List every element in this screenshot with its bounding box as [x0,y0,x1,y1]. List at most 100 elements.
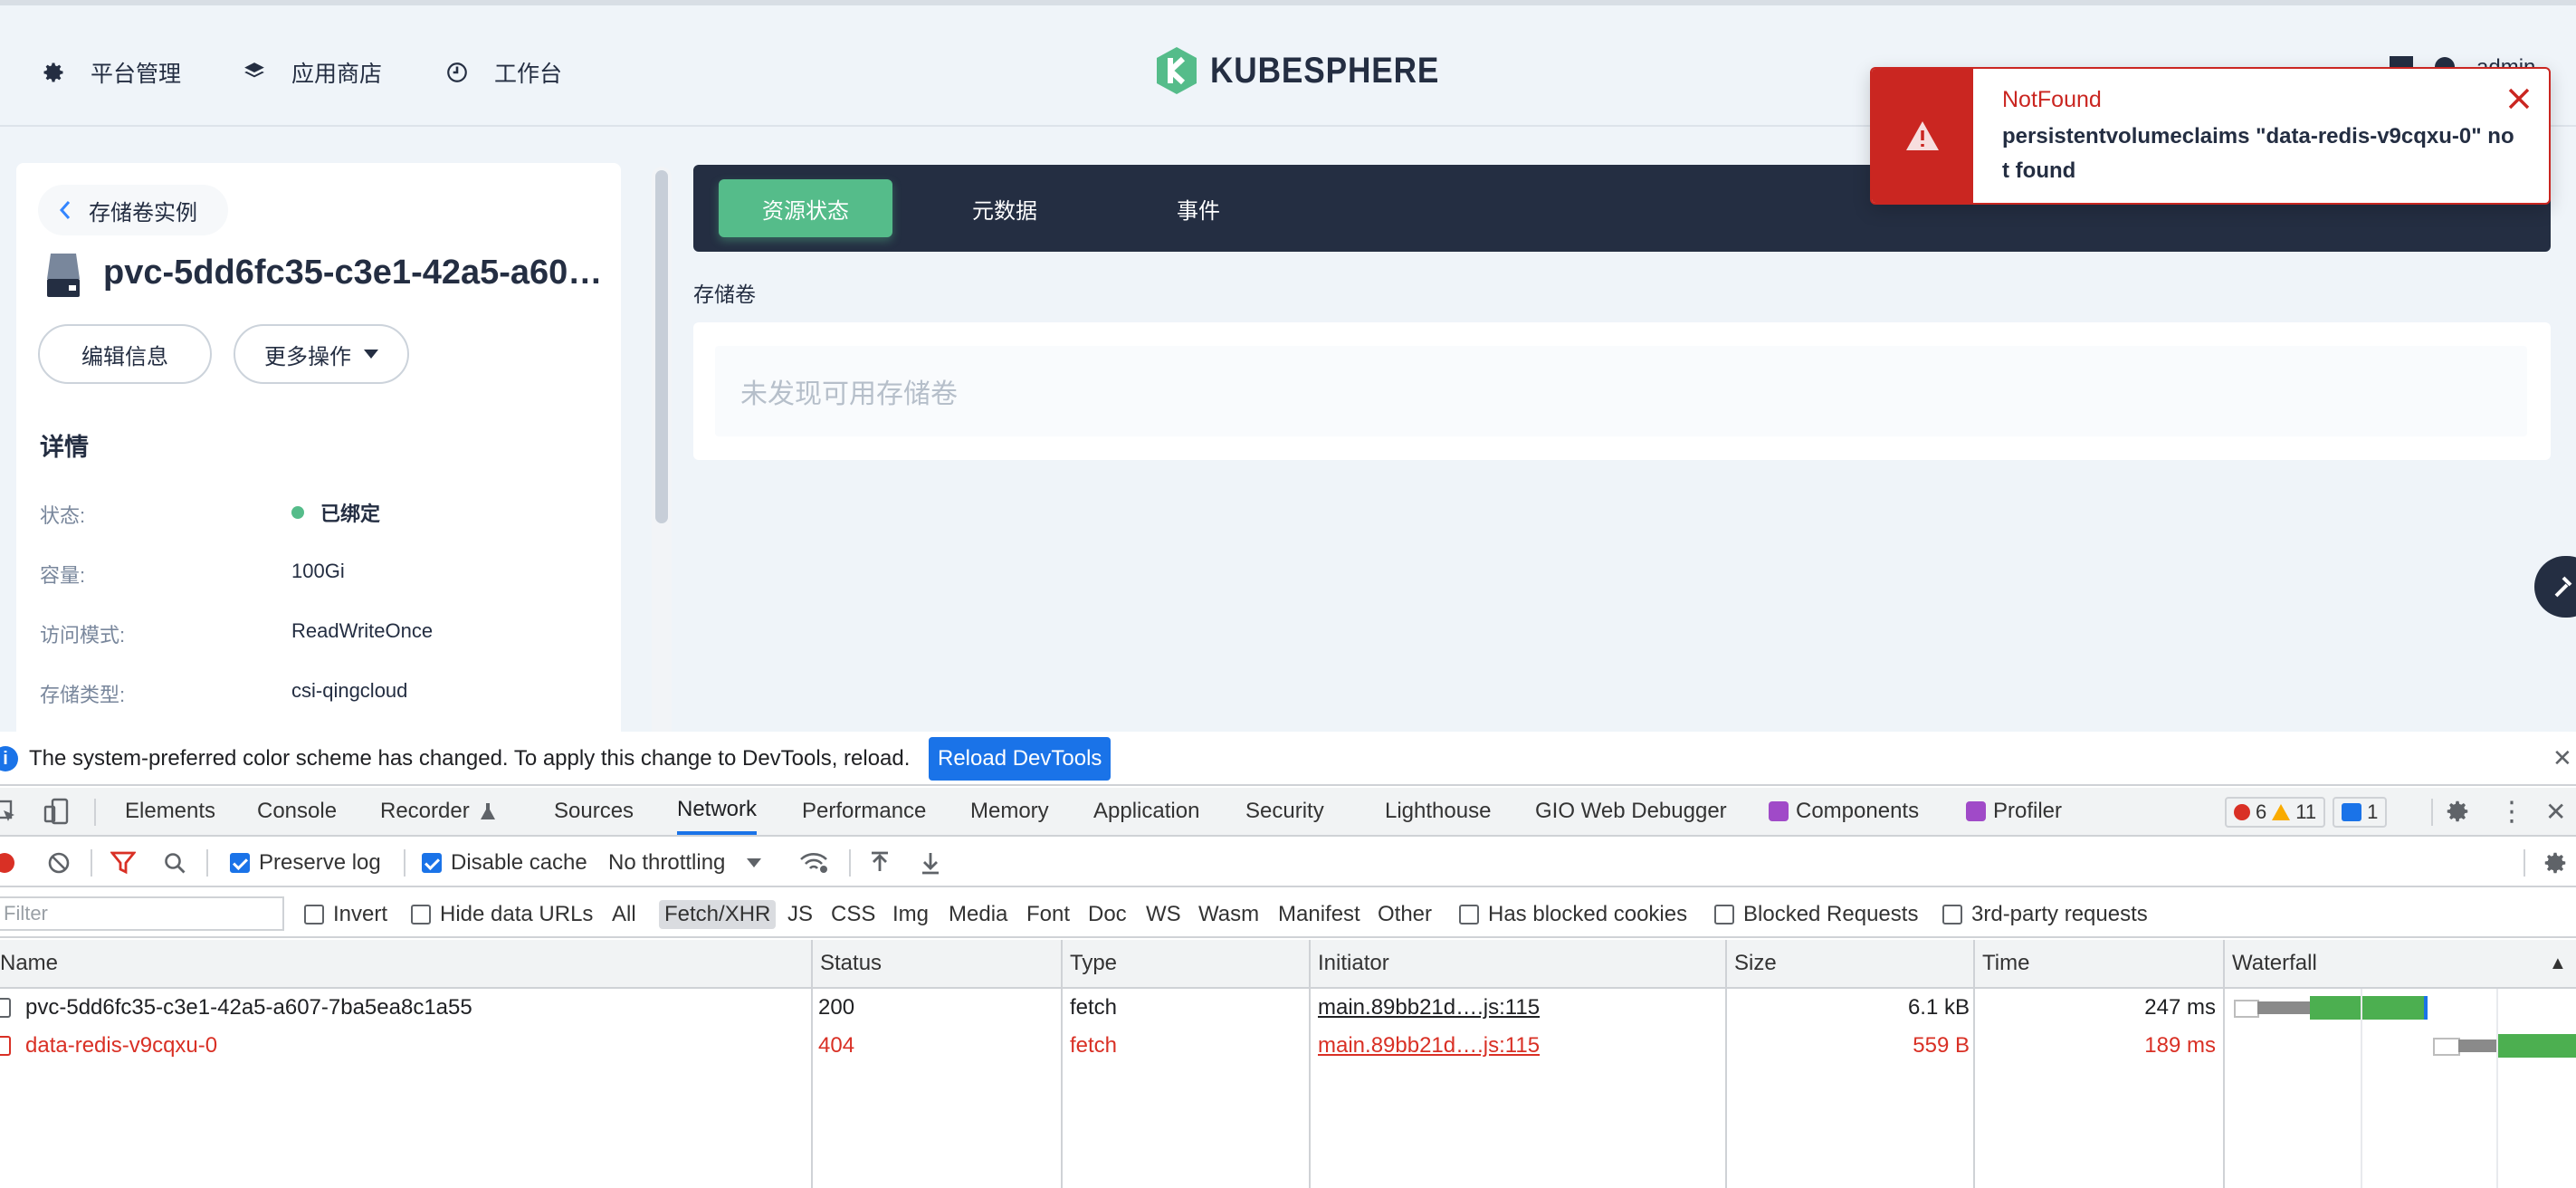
tab-security[interactable]: Security [1245,788,1324,835]
throttling-select[interactable]: No throttling [608,848,762,878]
record-button[interactable] [0,848,14,878]
tab-elements[interactable]: Elements [125,788,215,835]
cell-name: data-redis-v9cqxu-0 [0,1027,800,1065]
close-icon[interactable]: ✕ [2552,744,2572,772]
type-filter-all[interactable]: All [612,900,636,929]
cell-initiator[interactable]: main.89bb21d….js:115 [1318,989,1540,1027]
type-filter-doc[interactable]: Doc [1088,900,1127,929]
close-devtools-icon[interactable]: ✕ [2545,788,2566,835]
field-label: 存储类型: [40,684,126,706]
column-divider[interactable] [1061,940,1063,1188]
error-counter[interactable]: 6 11 [2225,797,2326,828]
third-party-requests-checkbox[interactable]: 3rd-party requests [1942,900,2148,929]
react-icon [1769,801,1789,821]
column-header-type[interactable]: Type [1061,940,1117,987]
tab-recorder[interactable]: Recorder [380,788,497,835]
tab-metadata[interactable]: 元数据 [918,179,1092,237]
tab-events[interactable]: 事件 [1111,179,1285,237]
type-filter-manifest[interactable]: Manifest [1278,900,1360,929]
network-toolbar: Preserve log Disable cache No throttling [0,838,2576,887]
issue-counters[interactable]: 6 11 1 [2225,797,2388,828]
network-conditions-icon[interactable] [798,848,829,878]
kubesphere-logo[interactable]: KUBESPHERE [1154,45,1471,96]
tab-gio-web-debugger[interactable]: GIO Web Debugger [1535,788,1727,835]
column-divider[interactable] [1725,940,1727,1188]
reload-devtools-button[interactable]: Reload DevTools [929,737,1111,781]
message-counter[interactable]: 1 [2333,797,2388,828]
column-divider[interactable] [1309,940,1311,1188]
invert-checkbox[interactable]: Invert [304,900,387,929]
more-actions-button[interactable]: 更多操作 [234,324,409,384]
type-filter-media[interactable]: Media [949,900,1007,929]
settings-icon[interactable] [2444,788,2471,835]
cell-initiator[interactable]: main.89bb21d….js:115 [1318,1027,1540,1065]
type-filter-wasm[interactable]: Wasm [1198,900,1259,929]
tab-resource-status[interactable]: 资源状态 [719,179,892,237]
nav-platform-management[interactable]: 平台管理 [40,53,181,92]
filter-icon[interactable] [110,848,136,878]
type-filter-fetch-xhr[interactable]: Fetch/XHR [659,900,777,929]
column-header-status[interactable]: Status [811,940,882,987]
tab-console[interactable]: Console [257,788,337,835]
tab-lighthouse[interactable]: Lighthouse [1385,788,1491,835]
more-options-icon[interactable]: ⋮ [2498,788,2525,835]
edit-info-button[interactable]: 编辑信息 [38,324,212,384]
tab-network[interactable]: Network [677,788,758,835]
tab-profiler[interactable]: Profiler [1966,788,2062,835]
tab-components[interactable]: Components [1769,788,1919,835]
column-divider[interactable] [2223,940,2225,1188]
type-filter-css[interactable]: CSS [831,900,875,929]
checkbox-checked [422,853,442,873]
waterfall-download-bar [2310,996,2424,1020]
toolbox-button[interactable] [2534,556,2576,618]
type-filter-ws[interactable]: WS [1146,900,1181,929]
filter-input[interactable]: Filter [0,896,284,931]
inspect-element-icon[interactable] [0,788,18,835]
type-filter-other[interactable]: Other [1378,900,1432,929]
error-count: 6 [2256,800,2267,823]
column-header-initiator[interactable]: Initiator [1309,940,1389,987]
nav-label: 平台管理 [91,62,182,87]
hide-data-urls-checkbox[interactable]: Hide data URLs [411,900,593,929]
preserve-log-checkbox[interactable]: Preserve log [230,848,381,878]
clear-icon[interactable] [47,848,71,878]
export-har-icon[interactable] [920,848,941,878]
column-header-waterfall[interactable]: Waterfall [2223,940,2317,987]
react-icon [1966,801,1986,821]
status-text: 已绑定 [320,503,381,525]
tab-sources[interactable]: Sources [554,788,634,835]
tab-application[interactable]: Application [1093,788,1199,835]
toast-message: persistentvolumeclaims "data-redis-v9cqx… [2002,124,2514,183]
scrollbar-thumb[interactable] [655,170,668,523]
request-name: pvc-5dd6fc35-c3e1-42a5-a607-7ba5ea8c1a55 [25,995,472,1020]
close-icon[interactable] [2504,83,2534,114]
has-blocked-cookies-checkbox[interactable]: Has blocked cookies [1459,900,1687,929]
type-filter-js[interactable]: JS [787,900,813,929]
column-divider[interactable] [1973,940,1975,1188]
status-dot [291,506,304,519]
table-row[interactable]: data-redis-v9cqxu-0 404 fetch main.89bb2… [0,1027,2576,1065]
table-row[interactable]: pvc-5dd6fc35-c3e1-42a5-a607-7ba5ea8c1a55… [0,989,2576,1027]
tab-performance[interactable]: Performance [802,788,926,835]
type-filter-img[interactable]: Img [892,900,929,929]
type-filter-font[interactable]: Font [1026,900,1070,929]
search-icon[interactable] [163,848,186,878]
field-value: csi-qingcloud [291,679,408,702]
nav-workbench[interactable]: 工作台 [444,53,562,92]
back-button[interactable]: 存储卷实例 [38,185,228,235]
tab-memory[interactable]: Memory [970,788,1049,835]
import-har-icon[interactable] [869,848,891,878]
detail-scrollbar[interactable] [652,167,672,732]
divider [849,849,851,877]
column-divider[interactable] [811,940,813,1188]
column-header-time[interactable]: Time [1973,940,2029,987]
waterfall-download-bar [2496,1034,2576,1058]
device-toolbar-icon[interactable] [43,788,71,835]
disable-cache-checkbox[interactable]: Disable cache [422,848,587,878]
network-settings-icon[interactable] [2542,848,2569,878]
column-header-size[interactable]: Size [1725,940,1777,987]
blocked-requests-checkbox[interactable]: Blocked Requests [1714,900,1918,929]
sort-up-icon[interactable]: ▲ [2540,940,2567,987]
nav-app-store[interactable]: 应用商店 [241,53,382,92]
column-header-name[interactable]: Name [0,940,58,987]
